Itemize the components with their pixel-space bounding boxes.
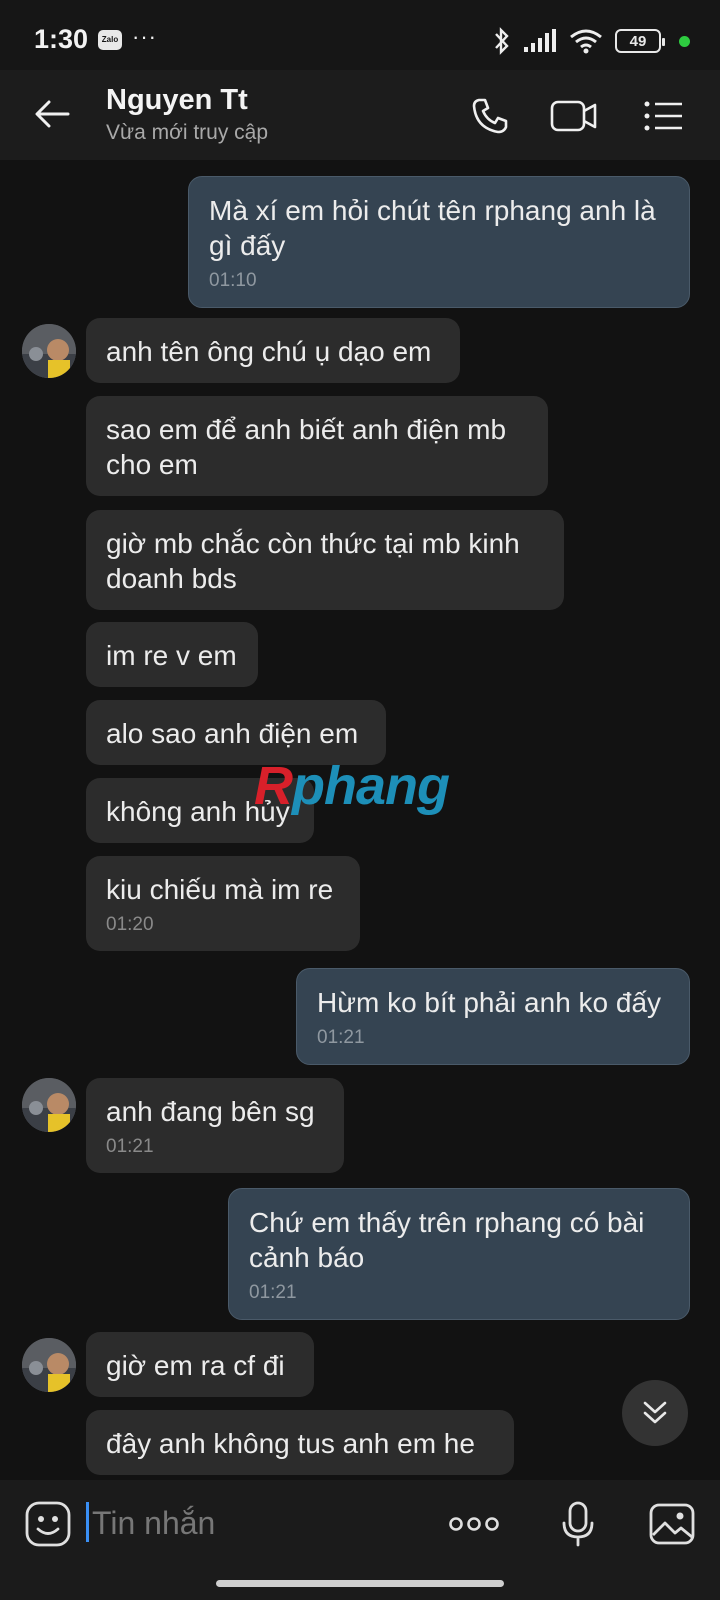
message-text: không anh hủy — [106, 796, 290, 827]
avatar[interactable] — [22, 324, 76, 378]
arrow-left-icon — [35, 100, 70, 128]
signal-icon — [524, 29, 556, 52]
message-text: anh tên ông chú ụ dạo em — [106, 336, 432, 367]
voice-call-button[interactable] — [466, 92, 514, 140]
more-notifications-indicator: ··· — [132, 24, 157, 49]
message-text: giờ em ra cf đi — [106, 1350, 285, 1381]
privacy-indicator — [679, 35, 690, 47]
more-options-button[interactable] — [448, 1498, 500, 1550]
message-bubble-incoming[interactable]: alo sao anh điện em — [86, 700, 386, 765]
home-indicator[interactable] — [216, 1580, 504, 1587]
emoji-sticker-icon — [25, 1501, 71, 1547]
battery-icon: 49 — [615, 29, 665, 53]
send-image-button[interactable] — [646, 1498, 698, 1550]
message-text: sao em để anh biết anh điện mb cho em — [106, 414, 507, 480]
scroll-to-bottom-button[interactable] — [622, 1380, 688, 1446]
double-chevron-down-icon — [643, 1401, 667, 1424]
status-bar: 1:30 Zalo ··· 49 — [0, 0, 720, 70]
video-call-button[interactable] — [550, 92, 598, 140]
message-input[interactable] — [92, 1500, 422, 1546]
message-time: 01:20 — [106, 914, 154, 935]
message-bubble-incoming[interactable]: giờ mb chắc còn thức tại mb kinh doanh b… — [86, 510, 564, 610]
message-bubble-incoming[interactable]: anh tên ông chú ụ dạo em — [86, 318, 460, 383]
bluetooth-icon — [495, 27, 509, 55]
phone-icon — [472, 98, 508, 134]
message-bubble-outgoing[interactable]: Mà xí em hỏi chút tên rphang anh là gì đ… — [188, 176, 690, 308]
message-text: Chứ em thấy trên rphang có bài cảnh báo — [249, 1207, 645, 1273]
message-time: 01:21 — [106, 1136, 154, 1157]
message-time: 01:10 — [209, 270, 257, 291]
message-text: im re v em — [106, 640, 237, 671]
message-time: 01:21 — [249, 1282, 297, 1303]
contact-name[interactable]: Nguyen Tt — [106, 84, 248, 117]
message-bubble-outgoing[interactable]: Hừm ko bít phải anh ko đấy 01:21 — [296, 968, 690, 1065]
message-bubble-incoming[interactable]: sao em để anh biết anh điện mb cho em — [86, 396, 548, 496]
avatar[interactable] — [22, 1338, 76, 1392]
message-bubble-incoming[interactable]: không anh hủy — [86, 778, 314, 843]
status-icons: 49 — [493, 26, 690, 56]
contact-status: Vừa mới truy cập — [106, 121, 269, 144]
message-text: Hừm ko bít phải anh ko đấy — [317, 987, 662, 1018]
chat-header: Nguyen Tt Vừa mới truy cập — [0, 70, 720, 160]
contact-avatar-image — [22, 1078, 76, 1132]
status-time: 1:30 — [34, 24, 89, 54]
message-text: alo sao anh điện em — [106, 718, 359, 749]
menu-button[interactable] — [640, 92, 688, 140]
message-text: anh đang bên sg — [106, 1096, 315, 1127]
video-camera-icon — [550, 100, 597, 132]
microphone-icon — [562, 1501, 594, 1547]
message-text: đây anh không tus anh em he — [106, 1428, 475, 1459]
back-button[interactable] — [30, 92, 74, 136]
message-input-bar — [0, 1480, 720, 1600]
message-text: Mà xí em hỏi chút tên rphang anh là gì đ… — [209, 195, 656, 261]
message-bubble-incoming[interactable]: giờ em ra cf đi — [86, 1332, 314, 1397]
message-bubble-outgoing[interactable]: Chứ em thấy trên rphang có bài cảnh báo … — [228, 1188, 690, 1320]
contact-avatar-image — [22, 324, 76, 378]
message-bubble-incoming[interactable]: kiu chiếu mà im re 01:20 — [86, 856, 360, 951]
list-menu-icon — [644, 101, 682, 131]
contact-avatar-image — [22, 1338, 76, 1392]
message-bubble-incoming[interactable]: anh đang bên sg 01:21 — [86, 1078, 344, 1173]
zalo-notification-icon: Zalo — [98, 30, 122, 50]
message-text: kiu chiếu mà im re — [106, 874, 334, 905]
battery-level: 49 — [629, 32, 647, 50]
image-gallery-icon — [649, 1503, 695, 1545]
more-dots-icon — [449, 1517, 499, 1531]
text-caret — [86, 1502, 89, 1542]
message-time: 01:21 — [317, 1027, 365, 1048]
wifi-icon — [570, 29, 602, 54]
message-bubble-incoming[interactable]: im re v em — [86, 622, 258, 687]
message-list[interactable]: Mà xí em hỏi chút tên rphang anh là gì đ… — [0, 160, 720, 1480]
avatar[interactable] — [22, 1078, 76, 1132]
emoji-button[interactable] — [24, 1500, 72, 1548]
message-bubble-incoming[interactable]: đây anh không tus anh em he — [86, 1410, 514, 1475]
voice-message-button[interactable] — [552, 1498, 604, 1550]
message-text: giờ mb chắc còn thức tại mb kinh doanh b… — [106, 528, 520, 594]
